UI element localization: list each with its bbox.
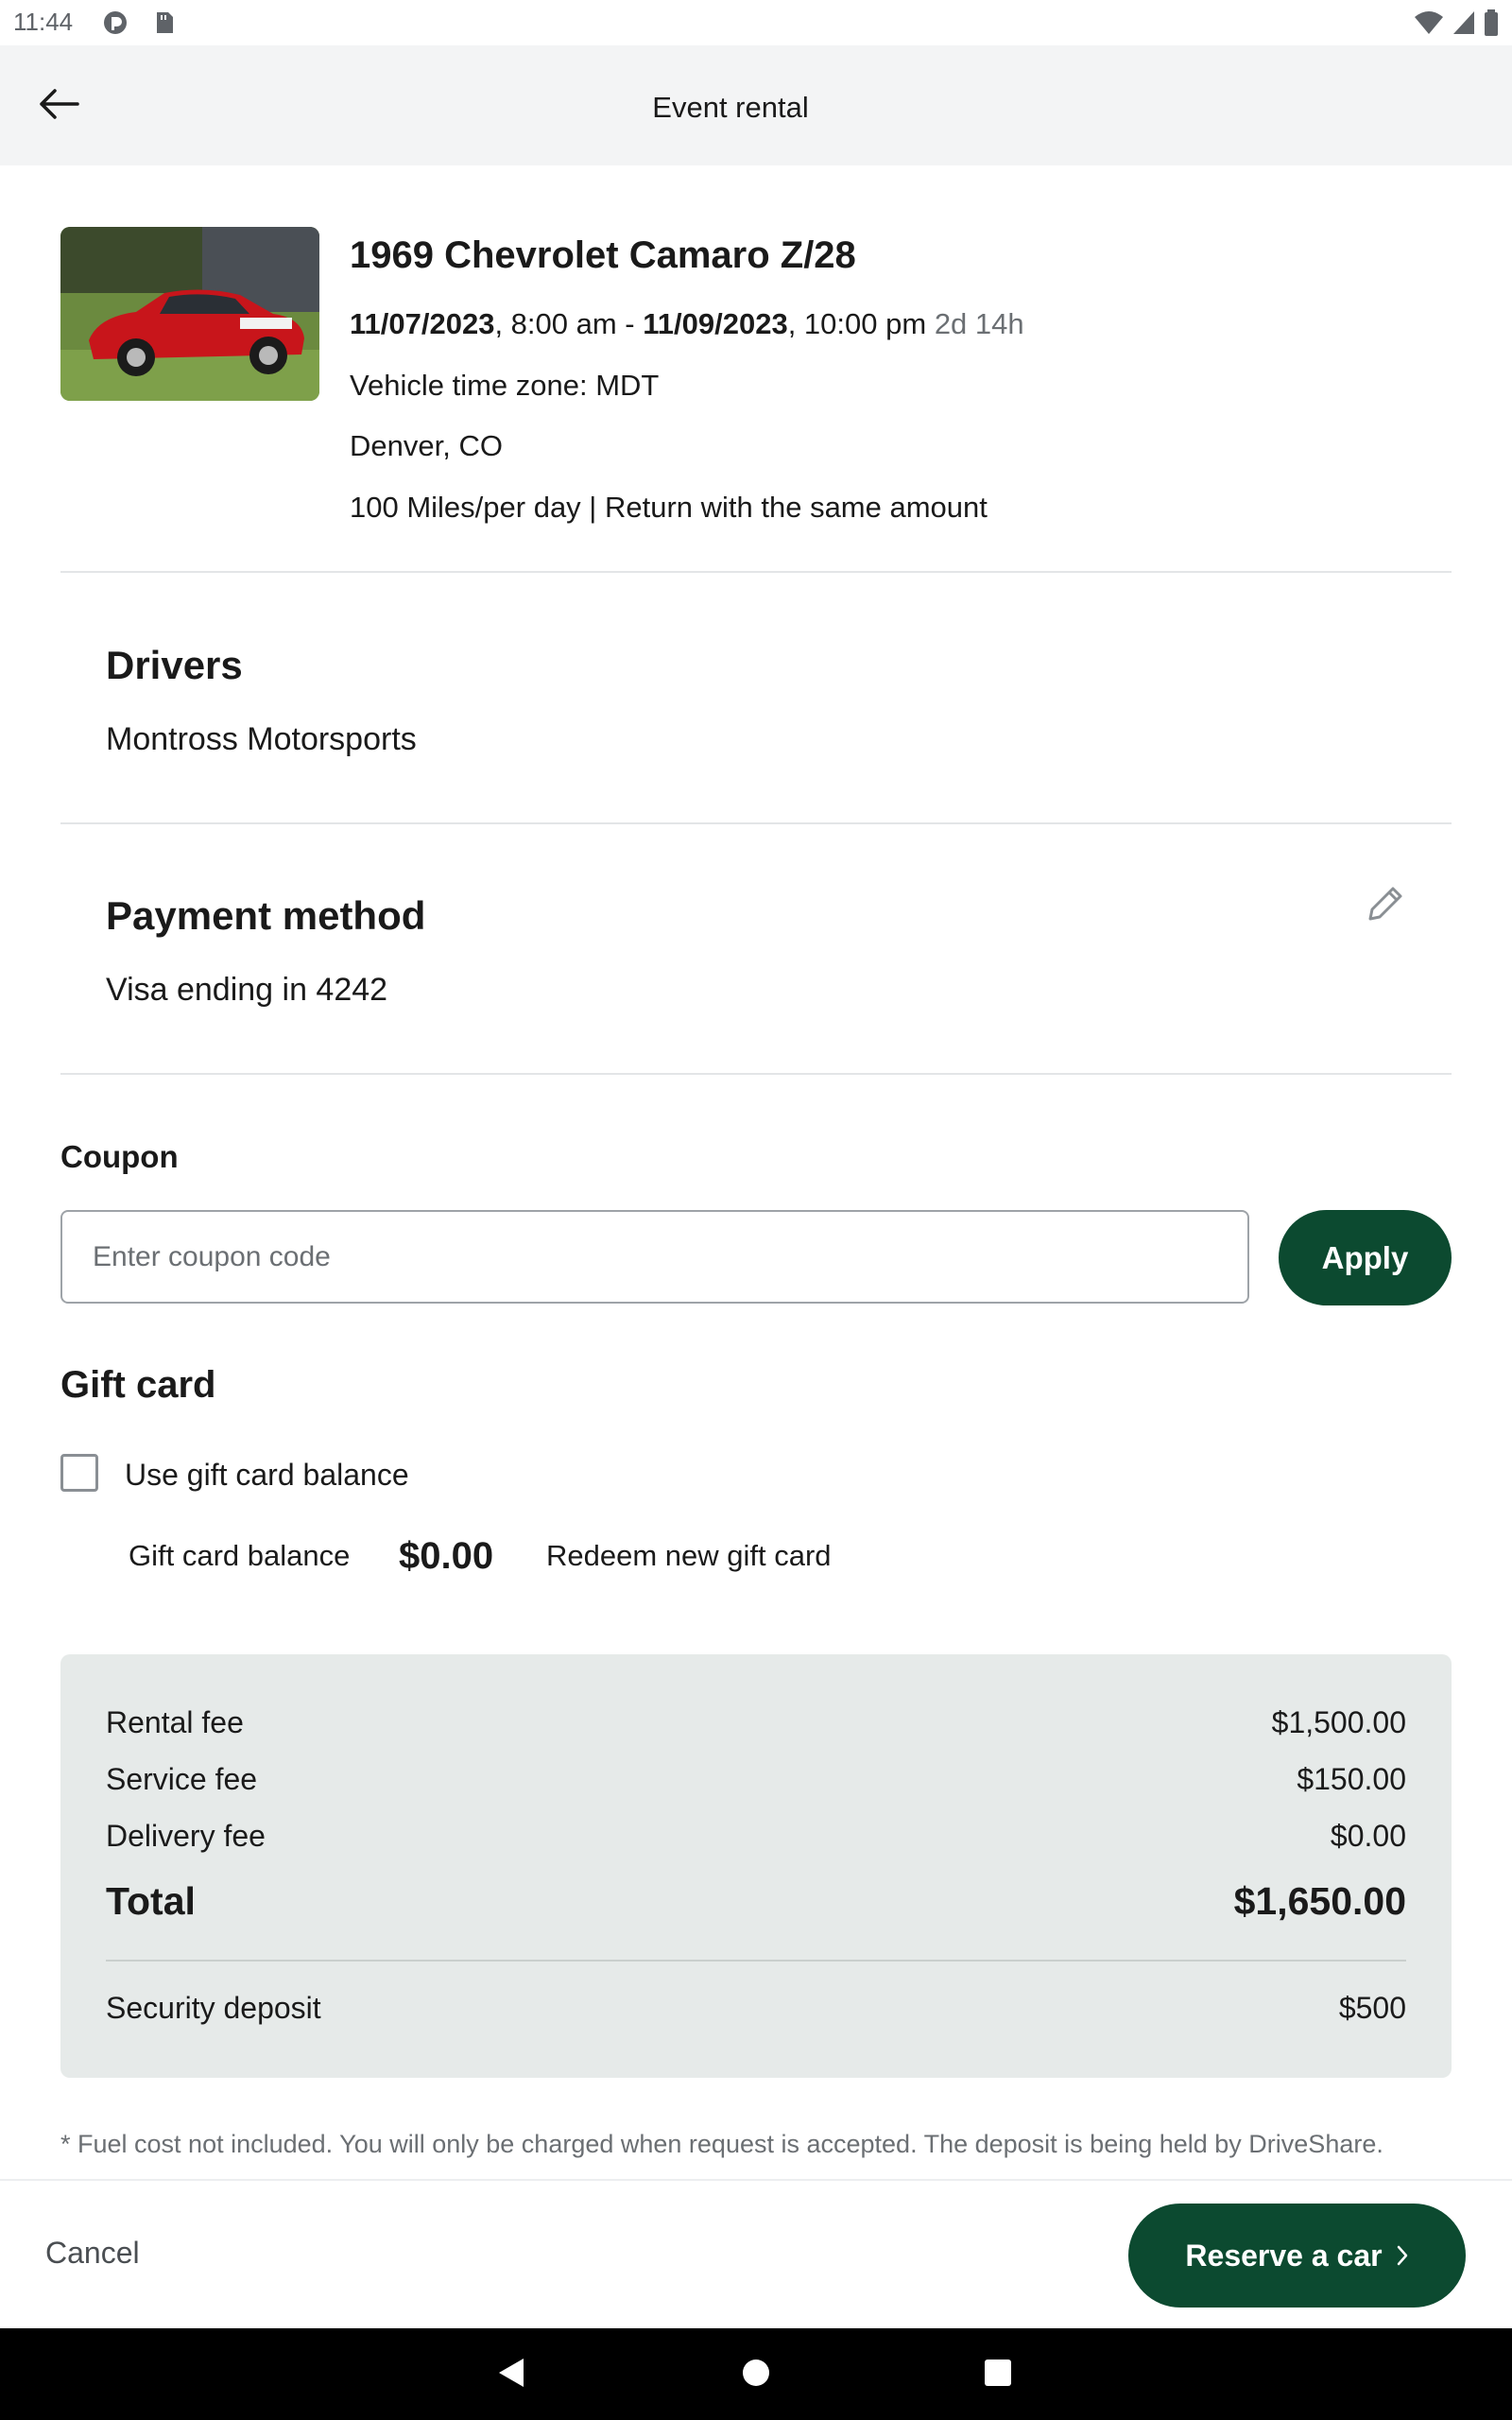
cancel-button[interactable]: Cancel xyxy=(45,2236,140,2271)
end-time: , 10:00 pm xyxy=(787,307,927,340)
use-gift-card-checkbox[interactable] xyxy=(60,1454,98,1492)
car-title: 1969 Chevrolet Camaro Z/28 xyxy=(350,234,856,276)
gift-card-balance-label: Gift card balance xyxy=(129,1539,351,1572)
summary-row-service-fee: Service fee $150.00 xyxy=(106,1762,1406,1797)
summary-row-security-deposit: Security deposit $500 xyxy=(106,1991,1406,2026)
status-time: 11:44 xyxy=(13,8,74,36)
mileage-policy: 100 Miles/per day | Return with the same… xyxy=(350,491,988,524)
pencil-icon[interactable] xyxy=(1361,881,1408,928)
summary-row-delivery-fee: Delivery fee $0.00 xyxy=(106,1819,1406,1854)
start-time: , 8:00 am - xyxy=(494,307,644,340)
notification-app-icon xyxy=(104,11,127,34)
wifi-icon xyxy=(1415,11,1443,34)
coupon-input[interactable] xyxy=(60,1210,1249,1304)
drivers-title: Drivers xyxy=(106,643,243,687)
summary-row-rental-fee: Rental fee $1,500.00 xyxy=(106,1705,1406,1740)
divider xyxy=(60,822,1452,824)
chevron-right-icon xyxy=(1397,2245,1407,2266)
payment-title: Payment method xyxy=(106,893,426,938)
sd-card-icon xyxy=(157,12,173,33)
gift-card-title: Gift card xyxy=(60,1364,216,1406)
reserve-button[interactable]: Reserve a car xyxy=(1128,2204,1466,2308)
car-photo xyxy=(60,227,319,401)
gift-card-balance-value: $0.00 xyxy=(399,1535,494,1577)
summary-label: Delivery fee xyxy=(106,1819,266,1853)
signal-icon xyxy=(1453,11,1474,34)
system-nav-bar xyxy=(0,2328,1512,2420)
summary-label: Service fee xyxy=(106,1762,258,1796)
apply-button[interactable]: Apply xyxy=(1279,1210,1452,1305)
nav-home-icon[interactable] xyxy=(741,2357,771,2389)
total-label: Total xyxy=(106,1879,196,1923)
summary-value: $1,500.00 xyxy=(1271,1705,1406,1739)
drivers-value: Montross Motorsports xyxy=(106,721,417,757)
summary-divider xyxy=(106,1960,1406,1962)
reserve-label: Reserve a car xyxy=(1185,2238,1383,2273)
summary-value: $150.00 xyxy=(1297,1762,1406,1796)
car-location: Denver, CO xyxy=(350,429,503,462)
divider xyxy=(60,1073,1452,1075)
start-date: 11/07/2023 xyxy=(350,307,495,340)
rental-dates: 11/07/2023, 8:00 am - 11/09/2023, 10:00 … xyxy=(350,307,1024,341)
bottom-action-bar: Cancel Reserve a car xyxy=(0,2179,1512,2328)
status-bar: 11:44 xyxy=(0,0,1512,45)
page-title: Event rental xyxy=(652,91,809,124)
summary-value: $0.00 xyxy=(1330,1819,1406,1853)
use-gift-card-label: Use gift card balance xyxy=(125,1458,409,1492)
coupon-title: Coupon xyxy=(60,1139,179,1174)
divider xyxy=(60,571,1452,573)
rental-duration: 2d 14h xyxy=(934,307,1024,340)
nav-back-icon[interactable] xyxy=(497,2357,525,2389)
deposit-label: Security deposit xyxy=(106,1991,321,2025)
battery-icon xyxy=(1485,9,1498,36)
summary-label: Rental fee xyxy=(106,1705,244,1739)
nav-recents-icon[interactable] xyxy=(983,2357,1013,2389)
end-date: 11/09/2023 xyxy=(643,307,788,340)
footnote: * Fuel cost not included. You will only … xyxy=(60,2130,1383,2158)
deposit-value: $500 xyxy=(1338,1991,1406,2025)
price-summary: Rental fee $1,500.00 Service fee $150.00… xyxy=(60,1654,1452,2078)
vehicle-time-zone: Vehicle time zone: MDT xyxy=(350,369,660,402)
total-value: $1,650.00 xyxy=(1233,1879,1406,1923)
redeem-gift-card-link[interactable]: Redeem new gift card xyxy=(546,1539,832,1573)
summary-row-total: Total $1,650.00 xyxy=(106,1879,1406,1924)
payment-value: Visa ending in 4242 xyxy=(106,972,388,1008)
app-bar: Event rental xyxy=(0,45,1512,165)
